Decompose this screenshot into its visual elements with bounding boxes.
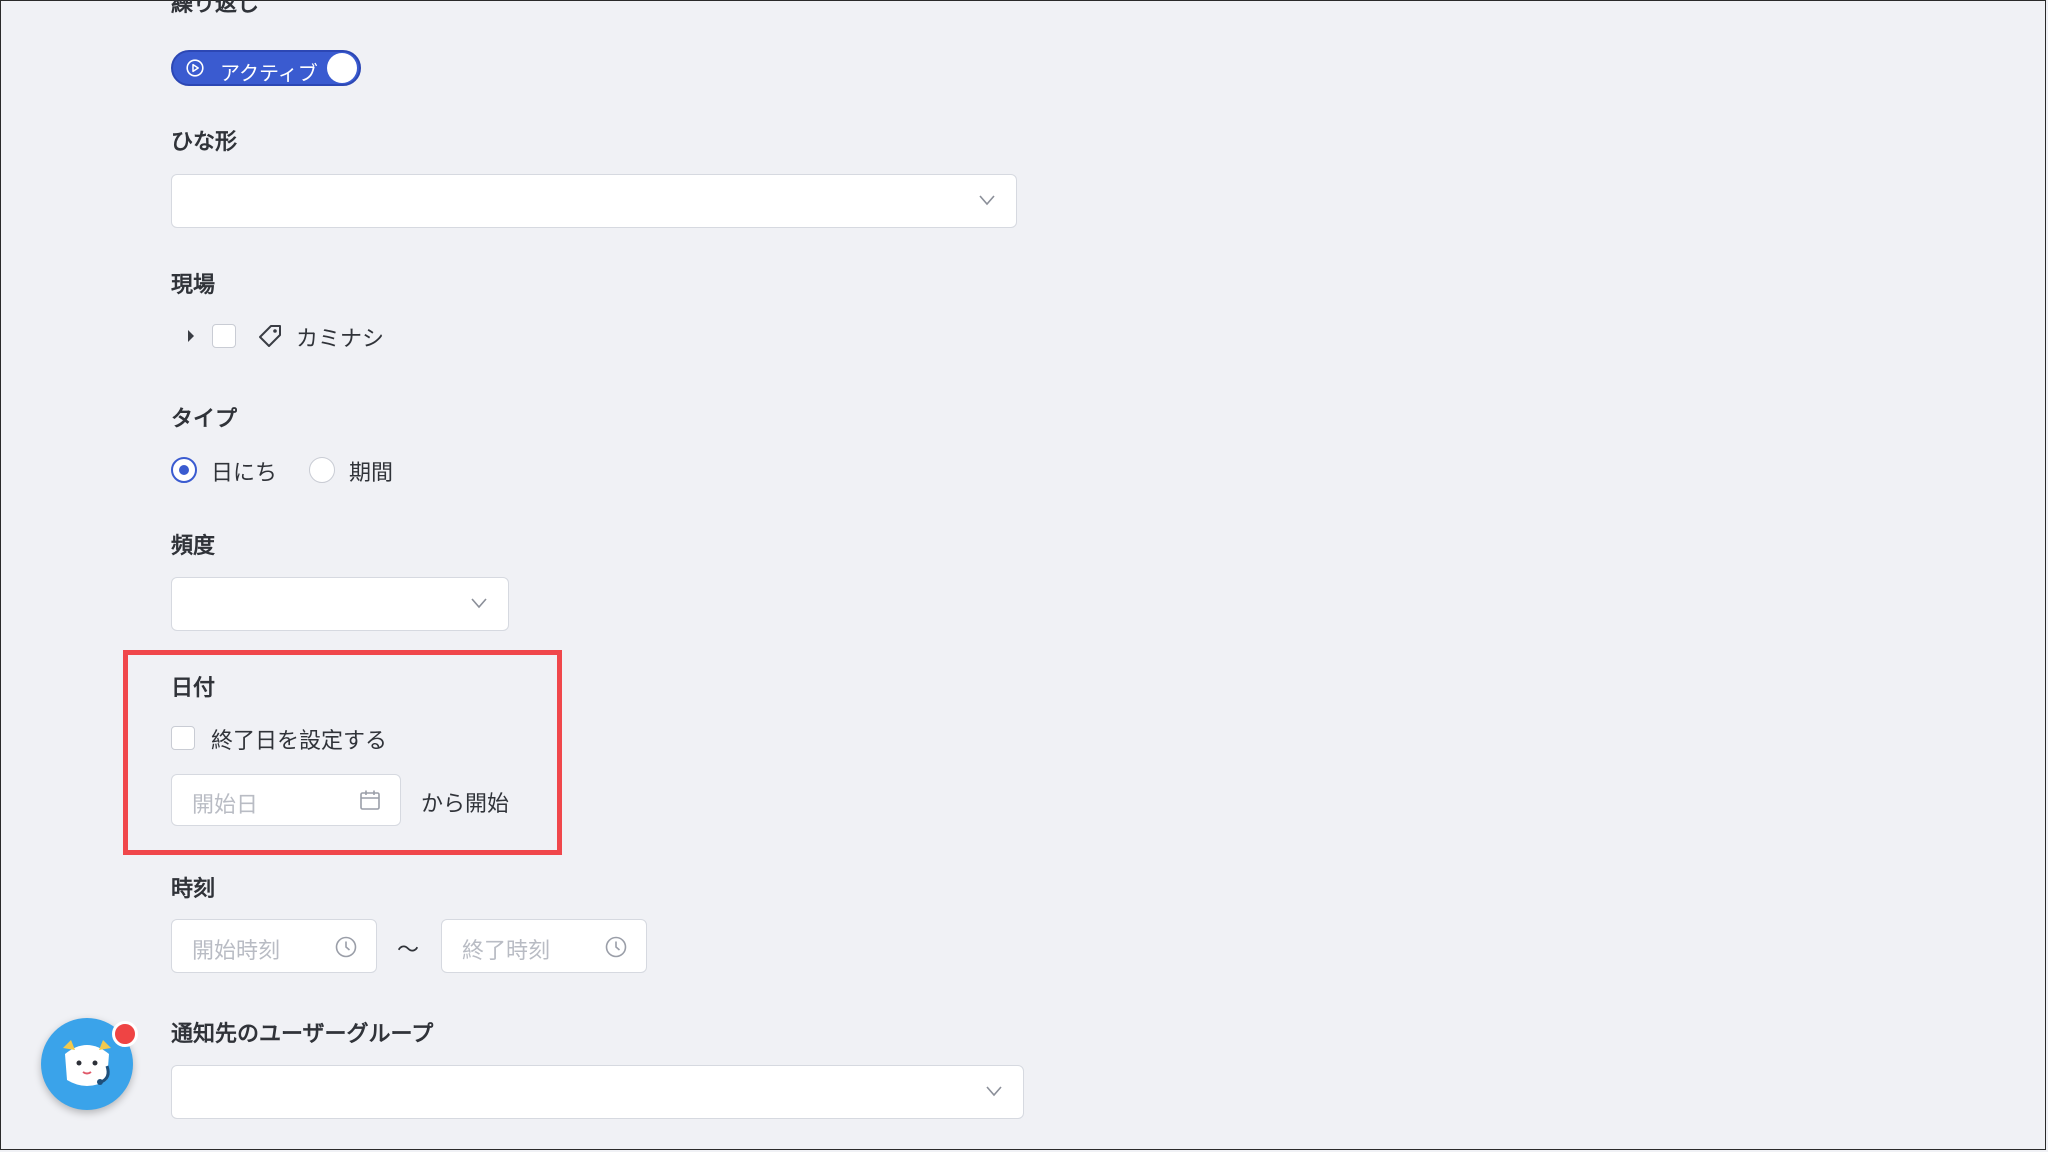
- type-option-day: 日にち: [211, 461, 278, 486]
- end-date-checkbox[interactable]: [171, 726, 195, 750]
- repeat-label: 繰り返し: [171, 0, 260, 17]
- end-date-checkbox-label: 終了日を設定する: [211, 729, 388, 754]
- calendar-icon: [360, 790, 380, 810]
- type-option-period: 期間: [349, 461, 394, 486]
- notify-group-select[interactable]: [171, 1065, 1024, 1119]
- site-label: 現場: [171, 273, 216, 298]
- time-separator: 〜: [397, 938, 420, 963]
- toggle-knob: [327, 53, 357, 83]
- chevron-down-icon: [979, 195, 995, 206]
- chevron-down-icon: [471, 598, 487, 609]
- start-date-placeholder: 開始日: [192, 793, 259, 818]
- site-checkbox[interactable]: [212, 324, 236, 348]
- end-time-input[interactable]: 終了時刻: [441, 919, 647, 973]
- start-date-input[interactable]: 開始日: [171, 774, 401, 826]
- date-label: 日付: [171, 676, 216, 701]
- notify-group-label: 通知先のユーザーグループ: [171, 1022, 434, 1047]
- template-label: ひな形: [171, 130, 238, 155]
- type-label: タイプ: [171, 407, 238, 432]
- site-tree-item-label: カミナシ: [296, 327, 385, 352]
- caret-right-icon[interactable]: [186, 329, 196, 343]
- play-circle-icon: [186, 59, 204, 77]
- type-radio-day[interactable]: [171, 457, 197, 483]
- frequency-select[interactable]: [171, 577, 509, 631]
- type-radio-period[interactable]: [309, 457, 335, 483]
- start-time-placeholder: 開始時刻: [192, 939, 281, 964]
- clock-icon: [335, 936, 357, 958]
- chevron-down-icon: [986, 1086, 1002, 1097]
- notification-badge: [112, 1021, 138, 1047]
- time-label: 時刻: [171, 877, 216, 902]
- active-toggle-label: アクティブ: [220, 61, 318, 85]
- active-toggle[interactable]: アクティブ: [171, 50, 361, 86]
- end-time-placeholder: 終了時刻: [462, 939, 551, 964]
- frequency-label: 頻度: [171, 534, 216, 559]
- screenshot-frame: [0, 0, 2046, 1150]
- clock-icon: [605, 936, 627, 958]
- tag-icon: [259, 325, 281, 347]
- start-suffix: から開始: [421, 792, 510, 817]
- start-time-input[interactable]: 開始時刻: [171, 919, 377, 973]
- template-select[interactable]: [171, 174, 1017, 228]
